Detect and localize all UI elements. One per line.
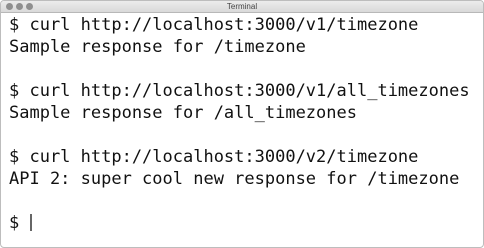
- terminal-line: Sample response for /timezone: [9, 37, 306, 57]
- title-bar[interactable]: Terminal: [1, 1, 483, 13]
- terminal-line: $ curl http://localhost:3000/v1/timezone: [9, 15, 419, 35]
- terminal-output[interactable]: $ curl http://localhost:3000/v1/timezone…: [9, 14, 479, 234]
- terminal-line: API 2: super cool new response for /time…: [9, 169, 460, 189]
- terminal-window: Terminal $ curl http://localhost:3000/v1…: [0, 0, 484, 248]
- shell-prompt: $: [9, 213, 30, 233]
- prompt-line[interactable]: $: [9, 212, 479, 234]
- terminal-line: Sample response for /all_timezones: [9, 103, 357, 123]
- window-title: Terminal: [226, 2, 258, 11]
- terminal-line: $ curl http://localhost:3000/v2/timezone: [9, 147, 419, 167]
- text-cursor: [30, 214, 32, 231]
- terminal-line: $ curl http://localhost:3000/v1/all_time…: [9, 81, 470, 101]
